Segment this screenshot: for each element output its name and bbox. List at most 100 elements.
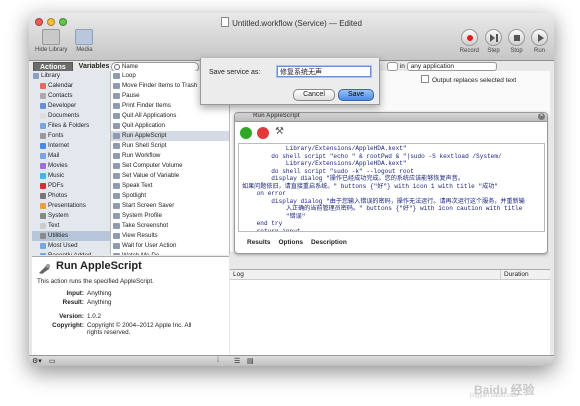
sidebar-item-music[interactable]: Music [32,171,110,181]
script-editor[interactable]: Library/Extensions/AppleHDA.kext" do she… [238,143,545,232]
category-icon [40,153,46,159]
run-button[interactable]: Run [531,29,548,54]
action-icon [113,213,120,219]
step-button[interactable]: Step [485,29,502,54]
action-item-quit-all-applications[interactable]: Quit All Applications [111,111,229,121]
application-select[interactable]: any application [406,62,497,71]
duration-column-header[interactable]: Duration [500,270,529,279]
output-replaces-row[interactable]: Output replaces selected text [421,75,516,84]
service-name-input[interactable]: 修复系统无声 [277,66,371,77]
sidebar-item-internet[interactable]: Internet [32,141,110,151]
sidebar-item-developer[interactable]: Developer [32,101,110,111]
run-script-button[interactable] [240,127,252,139]
action-item-run-shell-script[interactable]: Run Shell Script [111,141,229,151]
action-icon [113,73,120,79]
sidebar-item-label: Files & Folders [48,122,90,129]
action-icon [113,233,120,239]
action-icon [113,103,120,109]
media-icon [75,29,94,45]
category-icon [40,193,46,199]
category-icon [40,103,46,109]
toolbar-left: Hide Library Media [35,29,94,53]
code-line: 如果问题依旧，请直接重启系统。" buttons {"好"} with icon… [242,182,498,190]
hide-library-button[interactable]: Hide Library [35,29,67,53]
category-icon [40,243,46,249]
input-type-select[interactable] [387,62,398,71]
sidebar-item-library[interactable]: Library [32,71,110,81]
sidebar-item-calendar[interactable]: Calendar [32,81,110,91]
list-view-icon[interactable]: ☰ [234,357,240,365]
show-description-icon[interactable]: ▭ [49,357,56,365]
split-handle-icon[interactable]: ⁞ [217,357,219,364]
record-button[interactable]: Record [460,29,479,54]
sidebar-item-contacts[interactable]: Contacts [32,91,110,101]
action-item-run-applescript[interactable]: Run AppleScript [111,131,229,141]
log-header: Log Duration [230,270,550,280]
action-item-start-screen-saver[interactable]: Start Screen Saver [111,201,229,211]
sidebar-item-most-used[interactable]: Most Used [32,241,110,251]
hide-library-label: Hide Library [35,47,68,53]
action-item-system-profile[interactable]: System Profile [111,211,229,221]
action-item-set-value-of-variable[interactable]: Set Value of Variable [111,171,229,181]
action-icon [113,243,120,249]
code-line: display dialog "由于您输入错误的密码，操作无法运行。请再次运行这… [242,197,525,205]
compile-hammer-icon[interactable]: ⚒ [275,126,284,137]
cancel-button[interactable]: Cancel [293,89,335,101]
category-icon [40,113,46,119]
tab-options[interactable]: Options [278,239,303,246]
action-item-wait-for-user-action[interactable]: Wait for User Action [111,241,229,251]
sidebar-item-fonts[interactable]: Fonts [32,131,110,141]
in-label: in [399,63,405,70]
save-button[interactable]: Save [338,89,374,101]
log-column-header[interactable]: Log [233,270,244,279]
tab-description[interactable]: Description [311,239,347,246]
sidebar-item-documents[interactable]: Documents [32,111,110,121]
media-button[interactable]: Media [75,29,94,53]
log-pane: Log Duration [230,269,550,356]
tab-results[interactable]: Results [247,239,270,246]
run-icon [531,29,548,46]
action-item-quit-application[interactable]: Quit Application [111,121,229,131]
action-item-take-screenshot[interactable]: Take Screenshot [111,221,229,231]
sidebar-item-label: Library [41,72,60,79]
sidebar-item-files-folders[interactable]: Files & Folders [32,121,110,131]
sidebar-item-recently-added[interactable]: Recently Added [32,251,110,255]
script-code[interactable]: Library/Extensions/AppleHDA.kext" do she… [239,144,544,231]
sidebar-item-label: Utilities [48,232,68,239]
action-item-speak-text[interactable]: Speak Text [111,181,229,191]
log-view-icon[interactable]: ▤ [247,357,254,365]
action-icon [113,193,120,199]
sidebar-item-presentations[interactable]: Presentations [32,201,110,211]
sidebar-item-utilities[interactable]: Utilities [32,231,110,241]
sidebar-item-system[interactable]: System [32,211,110,221]
action-icon [113,173,120,179]
action-item-label: Quit Application [122,122,165,129]
action-item-spotlight[interactable]: Spotlight [111,191,229,201]
panel-close-icon[interactable]: × [538,113,545,120]
action-icon [113,123,120,129]
sidebar-item-pdfs[interactable]: PDFs [32,181,110,191]
title-bar: Untitled.workflow (Service) — Edited Hid… [29,13,554,61]
action-item-label: Run Shell Script [122,142,167,149]
sidebar-item-photos[interactable]: Photos [32,191,110,201]
action-item-view-results[interactable]: View Results [111,231,229,241]
stop-script-button[interactable] [257,127,269,139]
run-label: Run [533,48,545,54]
library-icon [42,29,61,45]
description-title: Run AppleScript [56,260,142,272]
action-item-watch-me-do[interactable]: Watch Me Do [111,251,229,255]
action-icon [113,143,120,149]
action-item-set-computer-volume[interactable]: Set Computer Volume [111,161,229,171]
output-replaces-checkbox[interactable] [421,75,429,83]
sidebar-item-mail[interactable]: Mail [32,151,110,161]
gear-menu-icon[interactable]: ⚙▾ [32,357,42,365]
category-icon [40,213,46,219]
sidebar-item-movies[interactable]: Movies [32,161,110,171]
panel-header[interactable]: Run AppleScript × [235,113,547,122]
action-item-run-workflow[interactable]: Run Workflow [111,151,229,161]
code-line: end try [242,220,283,227]
category-icon [40,253,46,255]
stop-button[interactable]: Stop [508,29,525,54]
sidebar-item-text[interactable]: Text [32,221,110,231]
action-item-label: Run Workflow [122,152,161,159]
